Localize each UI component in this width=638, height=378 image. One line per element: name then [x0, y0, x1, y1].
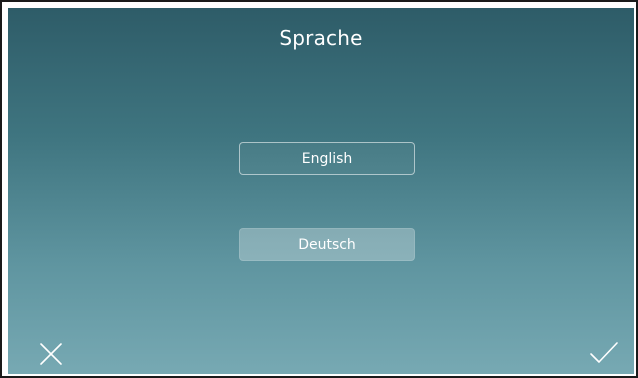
language-option-deutsch[interactable]: Deutsch — [239, 228, 415, 261]
cancel-button[interactable] — [38, 341, 64, 367]
confirm-button[interactable] — [589, 340, 619, 366]
check-icon — [590, 342, 618, 363]
device-frame: Sprache English Deutsch — [0, 0, 638, 378]
page-title: Sprache — [279, 26, 363, 50]
close-icon — [40, 343, 62, 365]
language-screen: Sprache English Deutsch — [8, 8, 634, 374]
language-option-english[interactable]: English — [239, 142, 415, 175]
